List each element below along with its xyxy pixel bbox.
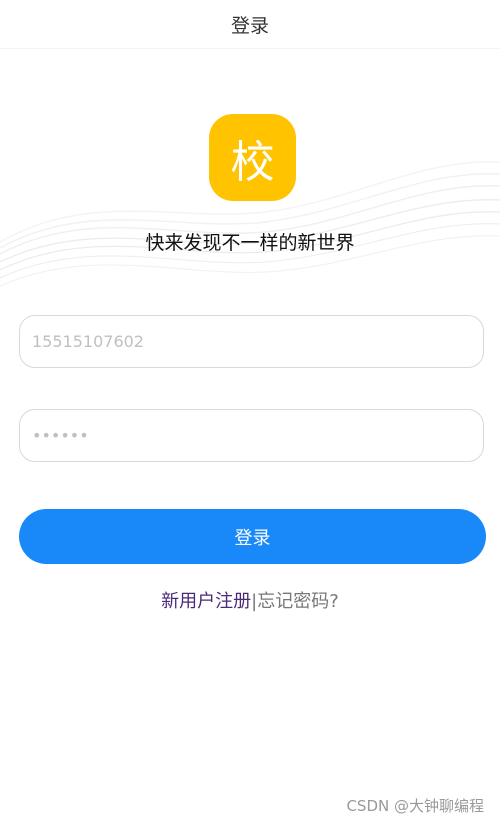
app-logo-text: 校 xyxy=(230,136,275,188)
app-logo: 校 xyxy=(209,114,296,201)
watermark-text: CSDN @大钟聊编程 xyxy=(346,797,484,815)
page-header: 登录 xyxy=(0,0,500,49)
page-title: 登录 xyxy=(230,14,269,37)
forgot-password-link[interactable]: 忘记密码? xyxy=(257,591,339,612)
phone-input[interactable] xyxy=(19,315,484,368)
password-input[interactable] xyxy=(19,409,484,462)
register-link[interactable]: 新用户注册 xyxy=(161,591,251,612)
slogan-text: 快来发现不一样的新世界 xyxy=(145,232,355,254)
login-button[interactable]: 登录 xyxy=(19,509,486,564)
account-links: 新用户注册|忘记密码? xyxy=(0,587,500,613)
